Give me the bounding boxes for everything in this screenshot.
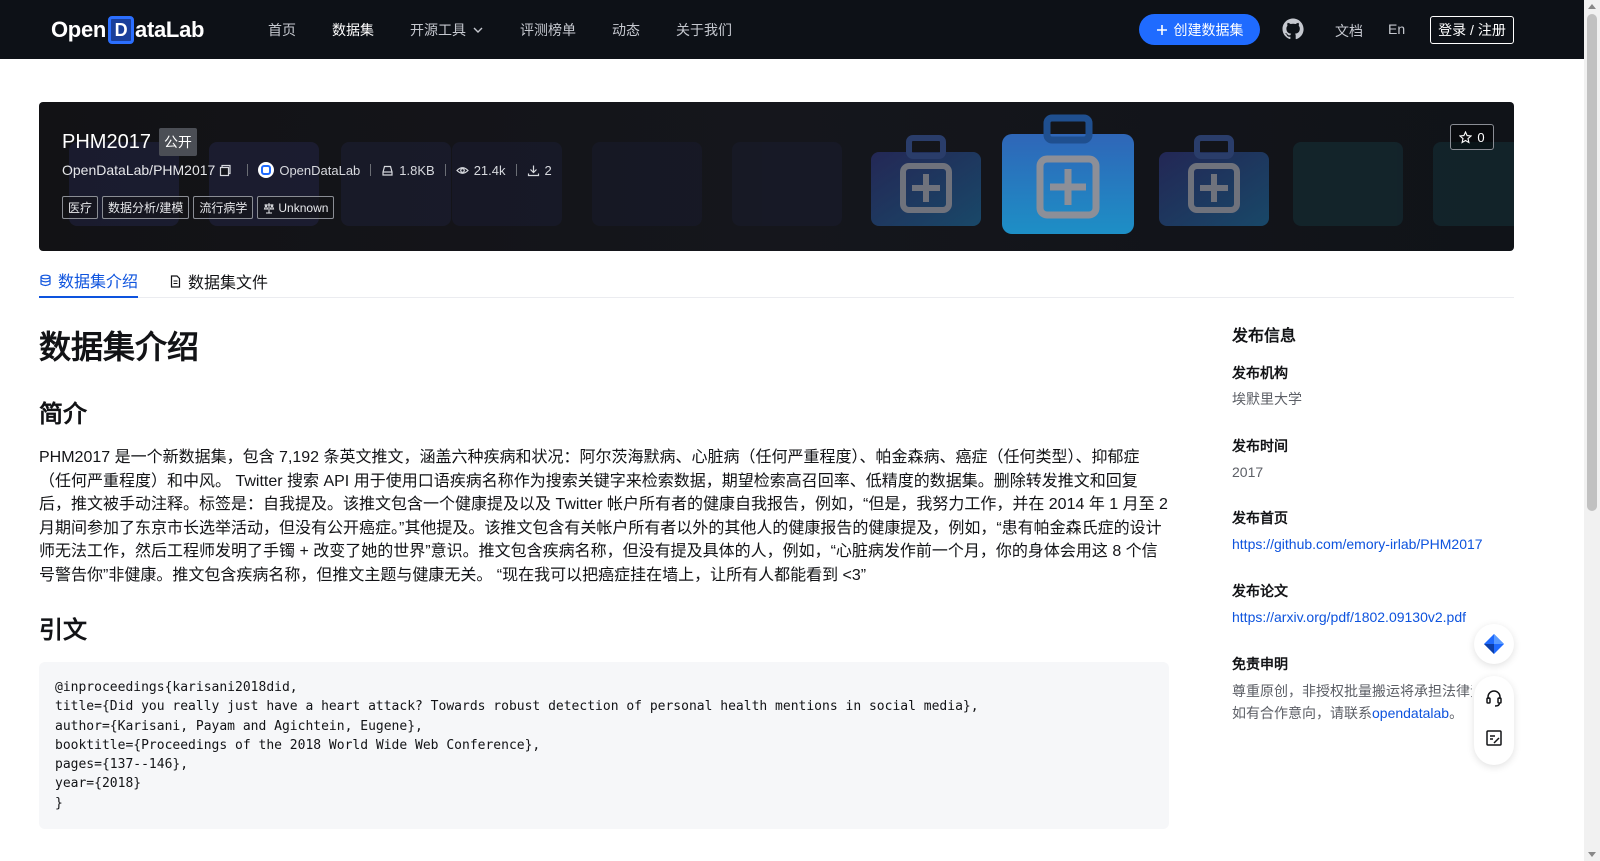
publish-time-label: 发布时间 (1232, 438, 1288, 454)
nav-item-about[interactable]: 关于我们 (676, 20, 732, 40)
tag-epidemiology[interactable]: 流行病学 (193, 196, 254, 219)
page-title: 数据集介绍 (39, 329, 200, 365)
meta-separator (247, 164, 249, 176)
nav-item-datasets[interactable]: 数据集 (332, 20, 374, 40)
opendatalab-logo[interactable]: Open D ataLab (51, 14, 204, 46)
eye-icon (455, 166, 469, 174)
logo-text-open: Open (51, 17, 107, 42)
nav-item-home[interactable]: 首页 (268, 20, 296, 40)
star-count: 0 (1477, 129, 1485, 145)
dataset-size: 1.8KB (399, 162, 435, 178)
tab-dataset-intro[interactable]: 数据集介绍 (39, 264, 139, 298)
meta-separator (370, 164, 372, 176)
citation-heading: 引文 (39, 617, 87, 644)
summary-heading: 简介 (39, 401, 87, 428)
publish-info-panel: 发布信息 (1232, 322, 1512, 346)
star-icon (1459, 130, 1473, 144)
scale-balance-icon (264, 202, 275, 213)
dataset-title: PHM2017 公开 (62, 128, 197, 156)
file-icon (170, 274, 181, 288)
homepage-link[interactable]: https://github.com/emory-irlab/PHM2017 (1232, 533, 1483, 555)
publisher-avatar (258, 162, 275, 178)
download-count: 2 (544, 162, 552, 178)
storage-icon (382, 165, 393, 176)
star-button[interactable]: 0 (1450, 124, 1494, 150)
dataset-header-banner: PHM2017 公开 OpenDataLab/PHM2017 OpenDataL… (39, 102, 1514, 251)
tab-dataset-files[interactable]: 数据集文件 (169, 264, 268, 298)
view-count: 21.4k (473, 162, 506, 178)
create-dataset-button[interactable]: 创建数据集 (1139, 14, 1260, 45)
opendatalab-avatar-icon (261, 165, 272, 175)
license-tag[interactable]: Unknown (257, 196, 335, 219)
disclaimer-line-1: 尊重原创，非授权批量搬运将承担法律责 (1232, 683, 1472, 699)
main-nav: 首页 数据集 开源工具 评测榜单 动态 关于我们 (268, 0, 768, 59)
github-icon[interactable] (1281, 17, 1305, 41)
publisher-name[interactable]: OpenDataLab (279, 163, 360, 178)
floating-toolbar (1474, 676, 1514, 765)
logo-text-datalab: ataLab (135, 17, 205, 42)
summary-text: PHM2017 是一个新数据集，包含 7,192 条英文推文，涵盖六种疾病和状况… (39, 449, 1168, 584)
citation-code-block: @inproceedings{karisani2018did, title={D… (39, 662, 1169, 829)
visibility-badge: 公开 (158, 128, 197, 156)
disclaimer-contact-text: 如有合作意向，请联系 (1232, 705, 1372, 721)
download-icon (527, 165, 539, 176)
scroll-thumb[interactable] (1587, 14, 1597, 511)
meta-separator (515, 164, 517, 176)
scroll-down-arrow-icon[interactable] (1588, 852, 1596, 857)
dataset-meta-row: OpenDataLab/PHM2017 OpenDataLab 1.8KB 21… (62, 162, 552, 178)
tab-dataset-intro-label: 数据集介绍 (58, 274, 139, 291)
license-label: Unknown (278, 200, 329, 215)
paper-link[interactable]: https://arxiv.org/pdf/1802.09130v2.pdf (1232, 606, 1466, 628)
dataset-tabs: 数据集介绍 数据集文件 (39, 253, 1514, 298)
opendatalab-contact-link[interactable]: opendatalab (1372, 705, 1449, 721)
copy-icon[interactable] (219, 164, 232, 177)
meta-separator (444, 164, 446, 176)
dataset-tags: 医疗 数据分析/建模 流行病学 Unknown (62, 196, 335, 219)
chevron-down-icon (473, 27, 483, 33)
logo-d-mark: D (108, 16, 135, 44)
language-switch[interactable]: En (1388, 21, 1405, 37)
publish-info-title: 发布信息 (1232, 328, 1297, 345)
tag-data-analysis[interactable]: 数据分析/建模 (102, 196, 190, 219)
assistant-diamond-icon (1484, 634, 1504, 654)
disclaimer-label: 免责申明 (1232, 656, 1288, 672)
create-dataset-label: 创建数据集 (1173, 21, 1244, 38)
headset-support-icon[interactable] (1484, 688, 1504, 708)
page-scrollbar[interactable] (1584, 0, 1600, 861)
publisher-org-value: 埃默里大学 (1232, 391, 1302, 407)
nav-item-open-source-tools[interactable]: 开源工具 (410, 20, 484, 40)
nav-item-news[interactable]: 动态 (612, 20, 640, 40)
dataset-path: OpenDataLab/PHM2017 (62, 162, 216, 178)
disclaimer-line-2: 如有合作意向，请联系opendatalab。 (1232, 702, 1463, 724)
nav-item-leaderboard[interactable]: 评测榜单 (520, 20, 576, 40)
scroll-up-arrow-icon[interactable] (1588, 4, 1596, 9)
publish-time-value: 2017 (1232, 464, 1264, 480)
plus-icon (1156, 24, 1167, 35)
nav-docs-link[interactable]: 文档 (1335, 21, 1363, 41)
floating-assistant-button[interactable] (1474, 624, 1514, 664)
homepage-label: 发布首页 (1232, 510, 1288, 526)
login-register-button[interactable]: 登录 / 注册 (1430, 16, 1514, 44)
disclaimer-period: 。 (1449, 705, 1464, 721)
paper-label: 发布论文 (1232, 583, 1288, 599)
publisher-org-label: 发布机构 (1232, 365, 1288, 381)
tag-medical[interactable]: 医疗 (62, 196, 99, 219)
top-navbar: Open D ataLab 首页 数据集 开源工具 评测榜单 动态 关于我们 创… (0, 0, 1584, 59)
nav-item-open-source-tools-label: 开源工具 (410, 21, 466, 38)
tab-dataset-files-label: 数据集文件 (188, 275, 269, 292)
database-icon (40, 274, 51, 286)
feedback-edit-icon[interactable] (1484, 728, 1504, 748)
dataset-name: PHM2017 (62, 130, 151, 153)
